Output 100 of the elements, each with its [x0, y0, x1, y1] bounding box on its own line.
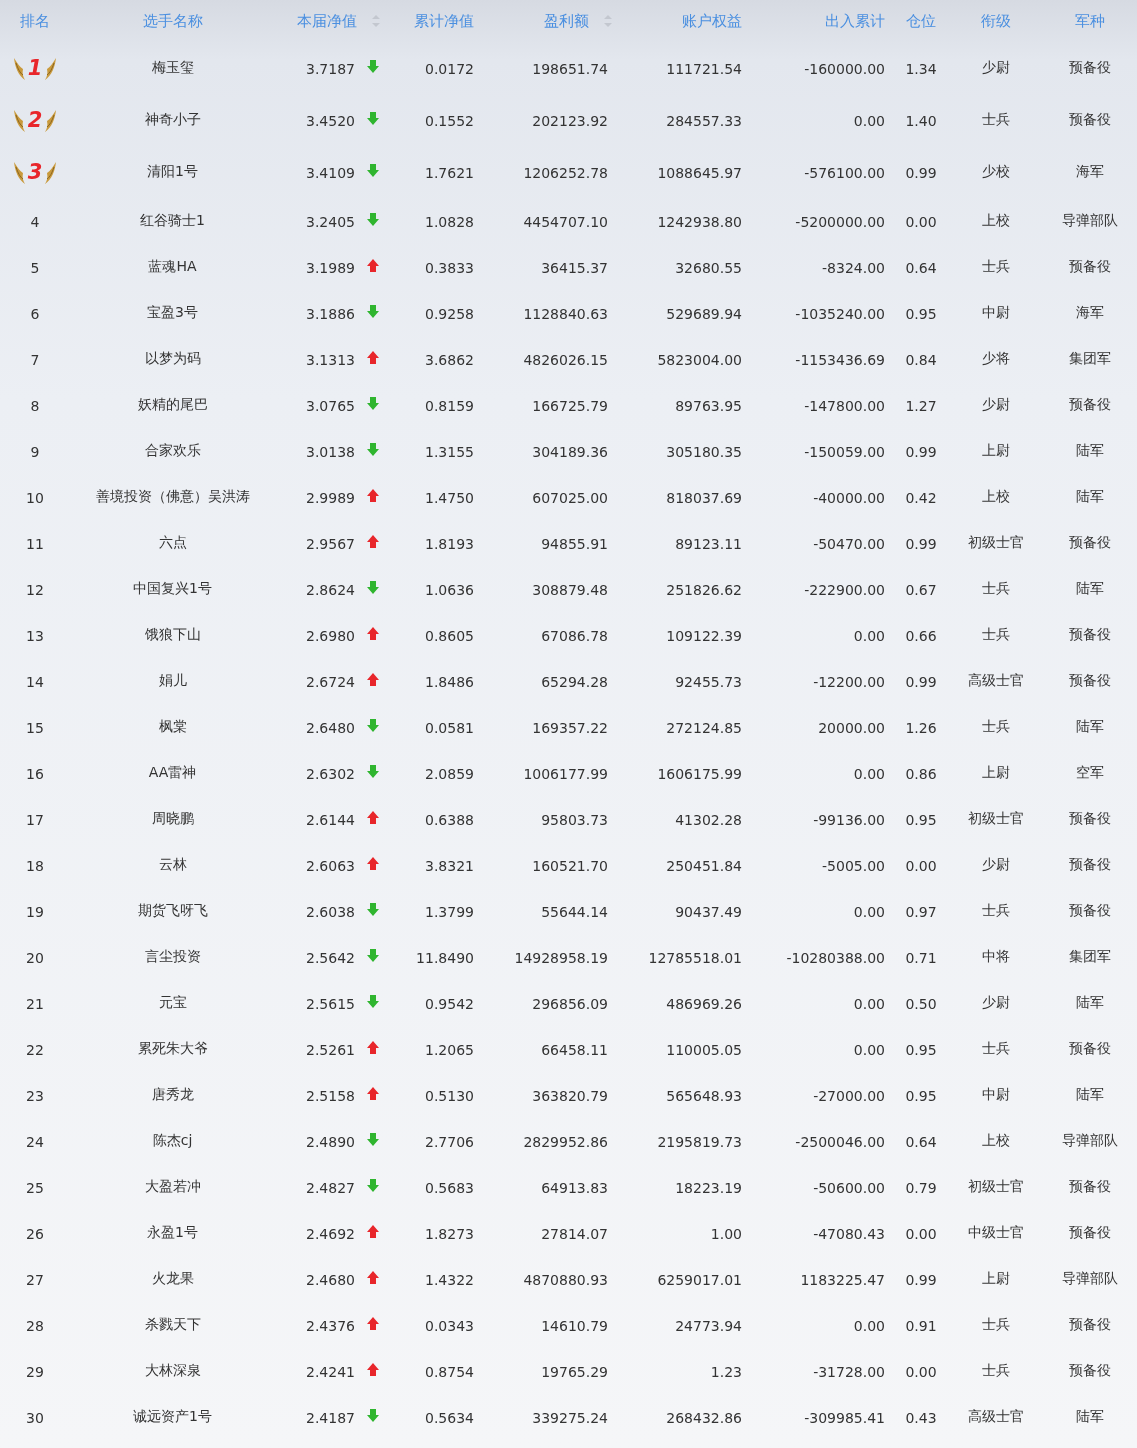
player-name: 火龙果 — [151, 1270, 194, 1288]
profit: 1006177.99 — [523, 765, 608, 782]
net-value: 2.4827 — [306, 1179, 355, 1196]
account-equity: 2195819.73 — [657, 1133, 742, 1150]
in-out-total: 0.00 — [853, 995, 885, 1012]
in-out-total: -10280388.00 — [786, 949, 885, 966]
in-out-total: -5200000.00 — [795, 213, 885, 230]
player-name: 六点 — [158, 534, 187, 552]
player-name: 合家欢乐 — [144, 442, 201, 460]
in-out-total: -309985.41 — [804, 1409, 885, 1426]
profit: 304189.36 — [532, 443, 608, 460]
net-value: 2.4680 — [306, 1271, 355, 1288]
profit: 363820.79 — [532, 1087, 608, 1104]
in-out-total: 0.00 — [853, 627, 885, 644]
position: 0.99 — [905, 443, 937, 460]
rank-number: 2 — [27, 108, 43, 132]
rank-title: 高级士官 — [968, 672, 1024, 690]
player-name: 中国复兴1号 — [133, 580, 212, 598]
player-name: 饿狼下山 — [144, 626, 201, 644]
column-header: 衔级 — [981, 11, 1011, 31]
net-value: 2.6144 — [306, 811, 355, 828]
profit: 55644.14 — [541, 903, 608, 920]
in-out-total: 1183225.47 — [800, 1271, 885, 1288]
profit: 1128840.63 — [523, 305, 608, 322]
net-value: 2.6980 — [306, 627, 355, 644]
position: 0.99 — [905, 1271, 937, 1288]
net-value: 2.6302 — [306, 765, 355, 782]
player-name: 清阳1号 — [147, 163, 198, 181]
service-branch: 预备役 — [1068, 1040, 1111, 1058]
profit: 296856.09 — [532, 995, 608, 1012]
player-name: 蓝魂HA — [148, 258, 197, 276]
player-name: 娟儿 — [158, 672, 187, 690]
sort-icon[interactable] — [371, 14, 381, 28]
net-value: 3.1313 — [306, 351, 355, 368]
rank-title: 上尉 — [982, 442, 1010, 460]
service-branch: 陆军 — [1075, 1408, 1104, 1426]
account-equity: 1.00 — [710, 1225, 742, 1242]
rank-cell: 7 — [30, 351, 40, 368]
net-value: 2.4187 — [306, 1409, 355, 1426]
net-value: 2.6038 — [306, 903, 355, 920]
column-header[interactable]: 盈利额 — [544, 11, 589, 31]
account-equity: 111721.54 — [666, 60, 742, 77]
profit: 95803.73 — [541, 811, 608, 828]
player-name: 元宝 — [158, 994, 187, 1012]
in-out-total: 0.00 — [853, 1041, 885, 1058]
position: 0.00 — [905, 213, 937, 230]
service-branch: 预备役 — [1068, 902, 1111, 920]
cumulative-net-value: 1.0828 — [425, 213, 474, 230]
service-branch: 导弹部队 — [1061, 212, 1118, 230]
rank-cell: 24 — [26, 1133, 44, 1150]
rank-cell: 23 — [26, 1087, 44, 1104]
rank-cell: 26 — [26, 1225, 44, 1242]
service-branch: 陆军 — [1075, 442, 1104, 460]
net-value: 2.4692 — [306, 1225, 355, 1242]
cumulative-net-value: 2.7706 — [425, 1133, 474, 1150]
service-branch: 预备役 — [1068, 59, 1111, 77]
profit: 202123.92 — [532, 112, 608, 129]
account-equity: 110005.05 — [666, 1041, 742, 1058]
in-out-total: -576100.00 — [804, 164, 885, 181]
net-value: 2.9567 — [306, 535, 355, 552]
service-branch: 集团军 — [1068, 948, 1111, 966]
service-branch: 陆军 — [1075, 1086, 1104, 1104]
profit: 160521.70 — [532, 857, 608, 874]
rank-title: 士兵 — [982, 258, 1010, 276]
player-name: 神奇小子 — [144, 111, 201, 129]
column-header[interactable]: 本届净值 — [297, 11, 357, 31]
column-header: 军种 — [1074, 11, 1105, 31]
in-out-total: -2500046.00 — [795, 1133, 885, 1150]
service-branch: 预备役 — [1068, 534, 1111, 552]
cumulative-net-value: 3.8321 — [425, 857, 474, 874]
rank-number: 1 — [27, 56, 43, 80]
cumulative-net-value: 0.5130 — [425, 1087, 474, 1104]
position: 1.34 — [905, 60, 937, 77]
profit: 198651.74 — [532, 60, 608, 77]
rank-cell: 9 — [30, 443, 40, 460]
sort-icon[interactable] — [603, 14, 613, 28]
rank-cell: 29 — [26, 1363, 44, 1380]
net-value: 2.6480 — [306, 719, 355, 736]
position: 0.99 — [905, 673, 937, 690]
net-value: 3.1886 — [306, 305, 355, 322]
position: 0.43 — [905, 1409, 937, 1426]
position: 0.99 — [905, 535, 937, 552]
cumulative-net-value: 1.0636 — [425, 581, 474, 598]
rank-title: 士兵 — [982, 718, 1010, 736]
position: 0.86 — [905, 765, 937, 782]
account-equity: 284557.33 — [666, 112, 742, 129]
rank-cell: 5 — [30, 259, 40, 276]
column-header: 累计净值 — [414, 11, 474, 31]
cumulative-net-value: 0.1552 — [425, 112, 474, 129]
account-equity: 109122.39 — [666, 627, 742, 644]
column-header: 选手名称 — [142, 11, 203, 31]
account-equity: 18223.19 — [675, 1179, 742, 1196]
service-branch: 预备役 — [1068, 856, 1111, 874]
net-value: 2.5615 — [306, 995, 355, 1012]
account-equity: 12785518.01 — [648, 949, 742, 966]
column-header: 仓位 — [906, 11, 936, 31]
rank-title: 初级士官 — [968, 534, 1024, 552]
rank-title: 士兵 — [982, 902, 1010, 920]
player-name: 杀戮天下 — [144, 1316, 201, 1334]
account-equity: 250451.84 — [666, 857, 742, 874]
